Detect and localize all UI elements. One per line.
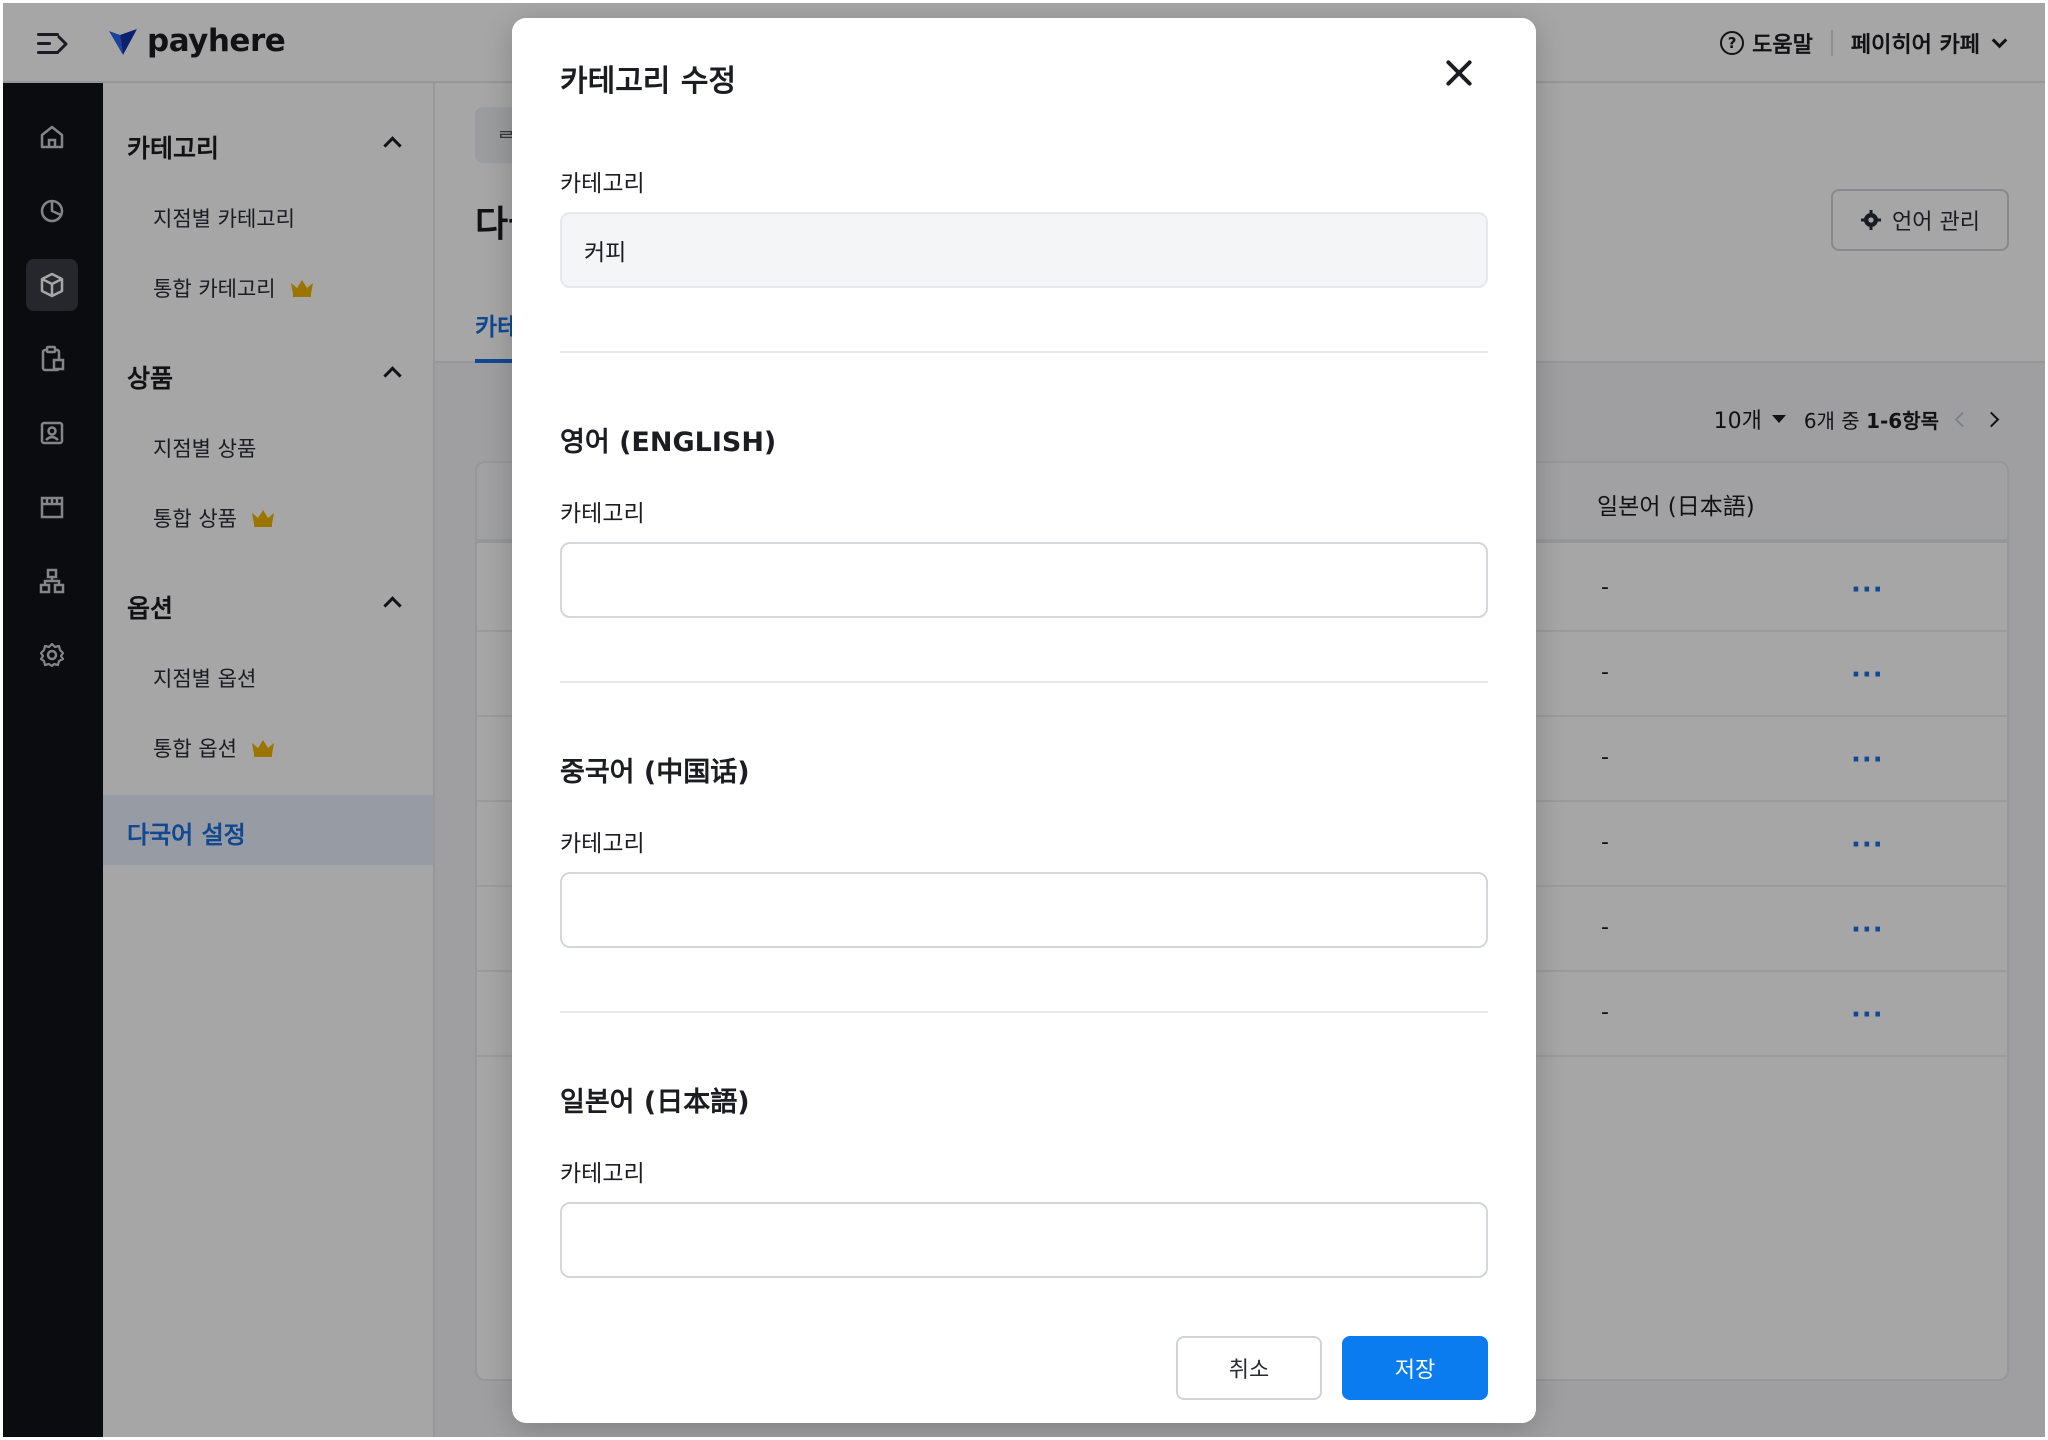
chinese-category-label: 카테고리 [560, 831, 645, 857]
base-category-input [560, 212, 1488, 288]
cancel-button[interactable]: 취소 [1176, 1336, 1322, 1400]
edit-category-modal: 카테고리 수정 카테고리 영어 (ENGLISH) 카테고리 중국어 (中国话)… [512, 18, 1536, 1423]
app-window: payhere ? 도움말 페이히어 카페 카테고리 지점별 카테고리 통합 카… [3, 3, 2045, 1437]
section-divider [560, 681, 1488, 683]
english-section-title: 영어 (ENGLISH) [560, 427, 777, 458]
english-category-input[interactable] [560, 542, 1488, 618]
section-divider [560, 351, 1488, 353]
japanese-category-label: 카테고리 [560, 1161, 645, 1187]
close-icon[interactable] [1444, 58, 1474, 88]
english-category-label: 카테고리 [560, 501, 645, 527]
chinese-category-input[interactable] [560, 872, 1488, 948]
modal-title: 카테고리 수정 [560, 64, 737, 99]
japanese-category-input[interactable] [560, 1202, 1488, 1278]
chinese-section-title: 중국어 (中国话) [560, 757, 750, 788]
japanese-section-title: 일본어 (日本語) [560, 1087, 750, 1118]
save-button[interactable]: 저장 [1342, 1336, 1488, 1400]
base-category-label: 카테고리 [560, 171, 645, 197]
section-divider [560, 1011, 1488, 1013]
